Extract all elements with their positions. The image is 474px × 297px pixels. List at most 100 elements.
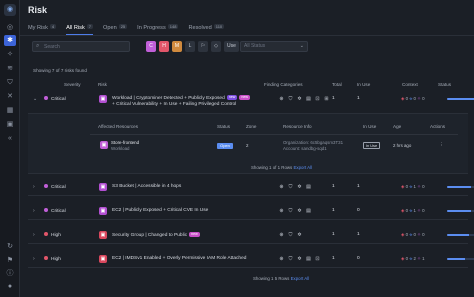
severity-cell: Critical (44, 96, 66, 102)
shield-icon: ⛉ (288, 208, 293, 214)
globe-icon: ⊕ (279, 256, 284, 262)
table-row[interactable]: › High ▣ Security Group | Changed to Pub… (28, 228, 474, 244)
risk-icon[interactable]: ✱ (4, 35, 16, 46)
export-all-link[interactable]: Export All (293, 165, 312, 170)
shield-icon: ⛉ (288, 184, 293, 190)
visibility-icon[interactable]: ◎ (4, 22, 16, 33)
finding-categories: ⊕ ⛉ ✲ ▤ (277, 184, 333, 190)
app-logo-icon[interactable]: ◉ (4, 4, 16, 16)
status-select[interactable]: All Status ⌄ (240, 41, 308, 52)
severity-dot (44, 232, 48, 236)
finding-categories: ⊕ ⛉ ✲ ▤ (277, 208, 333, 214)
new-badge: new (189, 232, 200, 237)
status-progress-bar (447, 258, 474, 260)
status-progress-fill (447, 186, 471, 188)
bug-icon: ✲ (297, 184, 302, 190)
context-cell: ◈ 0 ⟡ 1 ✧ 0 (401, 184, 425, 189)
spark-icon[interactable]: ✧ (4, 49, 16, 60)
tab-divider (20, 35, 474, 36)
more-actions-icon[interactable]: ⋮ (439, 142, 443, 148)
resource-name[interactable]: Store-frontend (111, 140, 139, 145)
info-icon[interactable]: ⓘ (4, 268, 16, 279)
tab-all-risk[interactable]: All Risk 7 (66, 24, 94, 35)
globe-icon: ⊕ (279, 208, 284, 214)
filter-high-button[interactable]: H (159, 41, 169, 52)
shield-icon: ⛉ (288, 256, 293, 262)
expand-row-icon[interactable]: › (33, 184, 35, 190)
export-all-link[interactable]: Export All (291, 276, 310, 281)
bug-icon: ✲ (297, 232, 302, 238)
filter-low-button[interactable]: L (185, 41, 195, 52)
col-total[interactable]: Total (332, 82, 342, 87)
expand-row-icon[interactable]: › (33, 232, 35, 238)
instance-icon: ▣ (99, 255, 107, 263)
finding-categories: ⊕ ⛉ ✲ (277, 232, 333, 238)
bucket-icon: ▣ (99, 183, 107, 191)
bug-icon: ✲ (297, 256, 302, 262)
security-group-icon: ▣ (99, 231, 107, 239)
user-avatar-icon[interactable]: ● (4, 281, 16, 292)
filter-workload-icon[interactable]: ◇ (211, 41, 221, 52)
results-summary: Showing 7 of 7 risks found (33, 68, 87, 73)
expand-row-icon[interactable]: › (33, 256, 35, 262)
status-badge[interactable]: Open (217, 143, 233, 149)
image-icon: ▤ (306, 256, 311, 262)
col-finding-categories[interactable]: Finding Categories (264, 82, 303, 87)
grid-icon[interactable]: ▦ (4, 105, 16, 116)
total-cell: 1 (332, 96, 335, 101)
severity-cell: Critical (44, 184, 66, 190)
detail-col-status: Status (217, 124, 231, 129)
filter-bar: ⌕ C H M L ⚐ ◇ Use All Status ⌄ (28, 41, 468, 52)
total-cell: 1 (332, 184, 335, 189)
tab-resolved[interactable]: Resolved 110 (188, 24, 225, 35)
image-icon: ▤ (306, 96, 311, 102)
col-risk[interactable]: Risk (98, 82, 107, 87)
image-icon: ▤ (306, 184, 311, 190)
tab-in-progress[interactable]: In Progress 148 (137, 24, 179, 35)
total-cell: 1 (332, 208, 335, 213)
col-severity[interactable]: Severity (64, 82, 81, 87)
tab-my-risk[interactable]: My Risk 4 (28, 24, 57, 35)
severity-dot (44, 256, 48, 260)
search-input[interactable] (44, 43, 128, 51)
severity-cell: High (44, 256, 61, 262)
collapse-row-icon[interactable]: ⌄ (33, 96, 37, 102)
refresh-icon[interactable]: ↻ (4, 241, 16, 252)
instance-icon: ▣ (99, 207, 107, 215)
severity-dot (44, 208, 48, 212)
severity-cell: High (44, 232, 61, 238)
filter-critical-button[interactable]: C (146, 41, 156, 52)
resource-org: Organization: 6c5bgaqsm3T31 (283, 140, 344, 145)
table-row[interactable]: › High ▣ EC2 | IMDSv1 Enabled + Overly P… (28, 252, 474, 268)
tools-icon[interactable]: ✕ (4, 91, 16, 102)
resource-account: Account: sandbg-sqd1 (283, 146, 327, 151)
filter-in-use-button[interactable]: Use (224, 41, 239, 52)
status-select-placeholder: All Status (244, 43, 266, 49)
flag-icon[interactable]: ⚑ (4, 255, 16, 266)
box-icon[interactable]: ▣ (4, 119, 16, 130)
total-cell: 1 (332, 232, 335, 237)
col-in-use[interactable]: In Use (357, 82, 370, 87)
col-status[interactable]: Status (438, 82, 451, 87)
expanded-detail-panel: Affected Resources Status Zone Resource … (28, 114, 468, 174)
severity-dot (44, 96, 48, 100)
workload-icon: ▣ (100, 141, 108, 149)
expand-row-icon[interactable]: › (33, 208, 35, 214)
detail-col-age: Age (393, 124, 402, 129)
total-cell: 1 (332, 256, 335, 261)
status-progress-bar (447, 186, 474, 188)
table-footer: Showing 1 5 Rows Export All (253, 276, 310, 281)
table-row[interactable]: › Critical ▣ EC2 | Publicly Exposed + Cr… (28, 204, 474, 220)
filter-medium-button[interactable]: M (172, 41, 182, 52)
table-row[interactable]: › Critical ▣ S3 Bucket | Accessible in 4… (28, 180, 474, 196)
layers-icon[interactable]: ≋ (4, 63, 16, 74)
new-badge: new (239, 95, 250, 100)
main-content: Risk My Risk 4 All Risk 7 Open 25 In Progre… (20, 0, 474, 297)
tab-open[interactable]: Open 25 (103, 24, 128, 35)
filter-type-icon[interactable]: ⚐ (198, 41, 208, 52)
shield-icon[interactable]: ⛉ (4, 77, 16, 88)
collapse-icon[interactable]: « (4, 133, 16, 144)
col-context[interactable]: Context (402, 82, 418, 87)
finding-categories: ⊕ ⛉ ✲ ▤ ⊡ (277, 256, 333, 262)
table-row[interactable]: ⌄ Critical ▣ Workload | Cryptominer Dete… (28, 92, 474, 114)
